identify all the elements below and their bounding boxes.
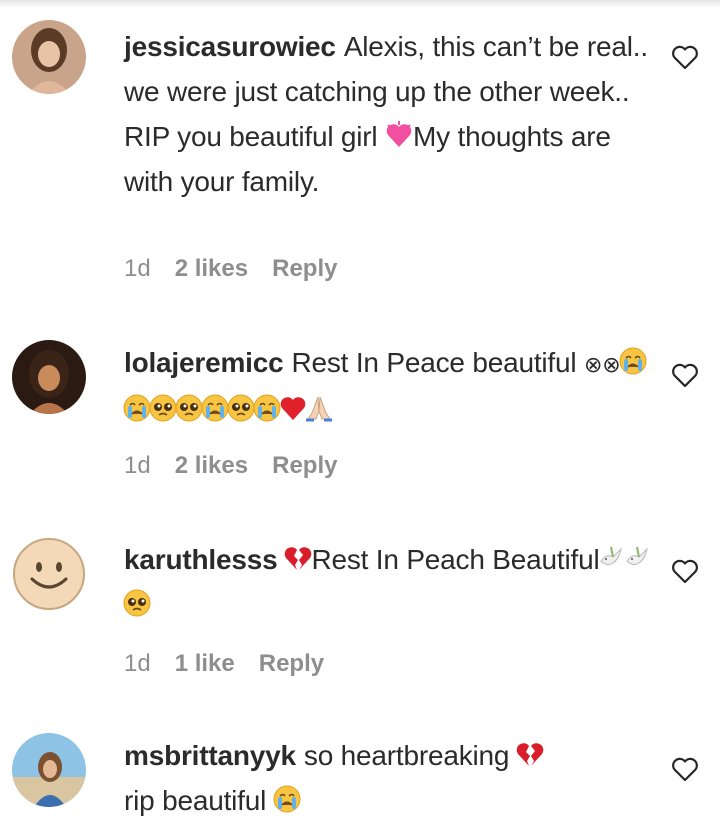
comment-meta: 1d 2 likes Reply	[124, 255, 361, 283]
avatar[interactable]	[12, 537, 86, 611]
pleading-face-icon	[122, 588, 152, 618]
comment-text-part: ⊗⊗	[583, 352, 621, 377]
crying-face-icon	[618, 346, 648, 376]
comment-username[interactable]: msbrittanyyk	[124, 740, 296, 771]
crying-face-icon	[272, 784, 302, 814]
comment-likes[interactable]: 2 likes	[175, 452, 248, 479]
broken-heart-icon	[515, 739, 545, 769]
folded-hands-icon	[304, 393, 334, 423]
reply-button[interactable]: Reply	[259, 650, 324, 677]
comment-text: jessicasurowiec Alexis, this can’t be rea…	[124, 24, 654, 204]
comment-likes[interactable]: 1 like	[175, 650, 235, 677]
like-heart-icon[interactable]	[670, 360, 700, 390]
comment-text-part: Rest In Peach Beautiful	[311, 544, 600, 575]
top-divider	[0, 0, 720, 8]
comment-text-part: so heartbreaking	[303, 740, 517, 771]
comment-meta: 1d 1 like Reply	[124, 650, 348, 678]
comment-meta: 1d 2 likes Reply	[124, 452, 361, 480]
comment-text: karuthlesss Rest In Peach Beautiful	[124, 537, 654, 627]
like-heart-icon[interactable]	[670, 42, 700, 72]
comment-time: 1d	[124, 255, 151, 282]
comment-time: 1d	[124, 650, 151, 677]
avatar[interactable]	[12, 20, 86, 94]
like-heart-icon[interactable]	[670, 556, 700, 586]
comment-time: 1d	[124, 452, 151, 479]
comment-text: msbrittanyyk so heartbreaking rip beautif…	[124, 733, 654, 823]
dove-icon	[623, 543, 653, 573]
comment-username[interactable]: karuthlesss	[124, 544, 278, 575]
comment-likes[interactable]: 2 likes	[175, 255, 248, 282]
comment-text-part: Rest In Peace beautiful	[291, 347, 584, 378]
like-heart-icon[interactable]	[670, 754, 700, 784]
comment-text: lolajeremicc Rest In Peace beautiful ⊗⊗	[124, 340, 654, 432]
comment-username[interactable]: lolajeremicc	[124, 347, 284, 378]
broken-heart-icon	[283, 543, 313, 573]
reply-button[interactable]: Reply	[272, 255, 337, 282]
avatar[interactable]	[12, 733, 86, 807]
reply-button[interactable]: Reply	[272, 452, 337, 479]
comment-username[interactable]: jessicasurowiec	[124, 31, 336, 62]
avatar[interactable]	[12, 340, 86, 414]
comment-text-part: rip beautiful	[124, 785, 267, 816]
pink-heart-icon	[383, 120, 415, 150]
